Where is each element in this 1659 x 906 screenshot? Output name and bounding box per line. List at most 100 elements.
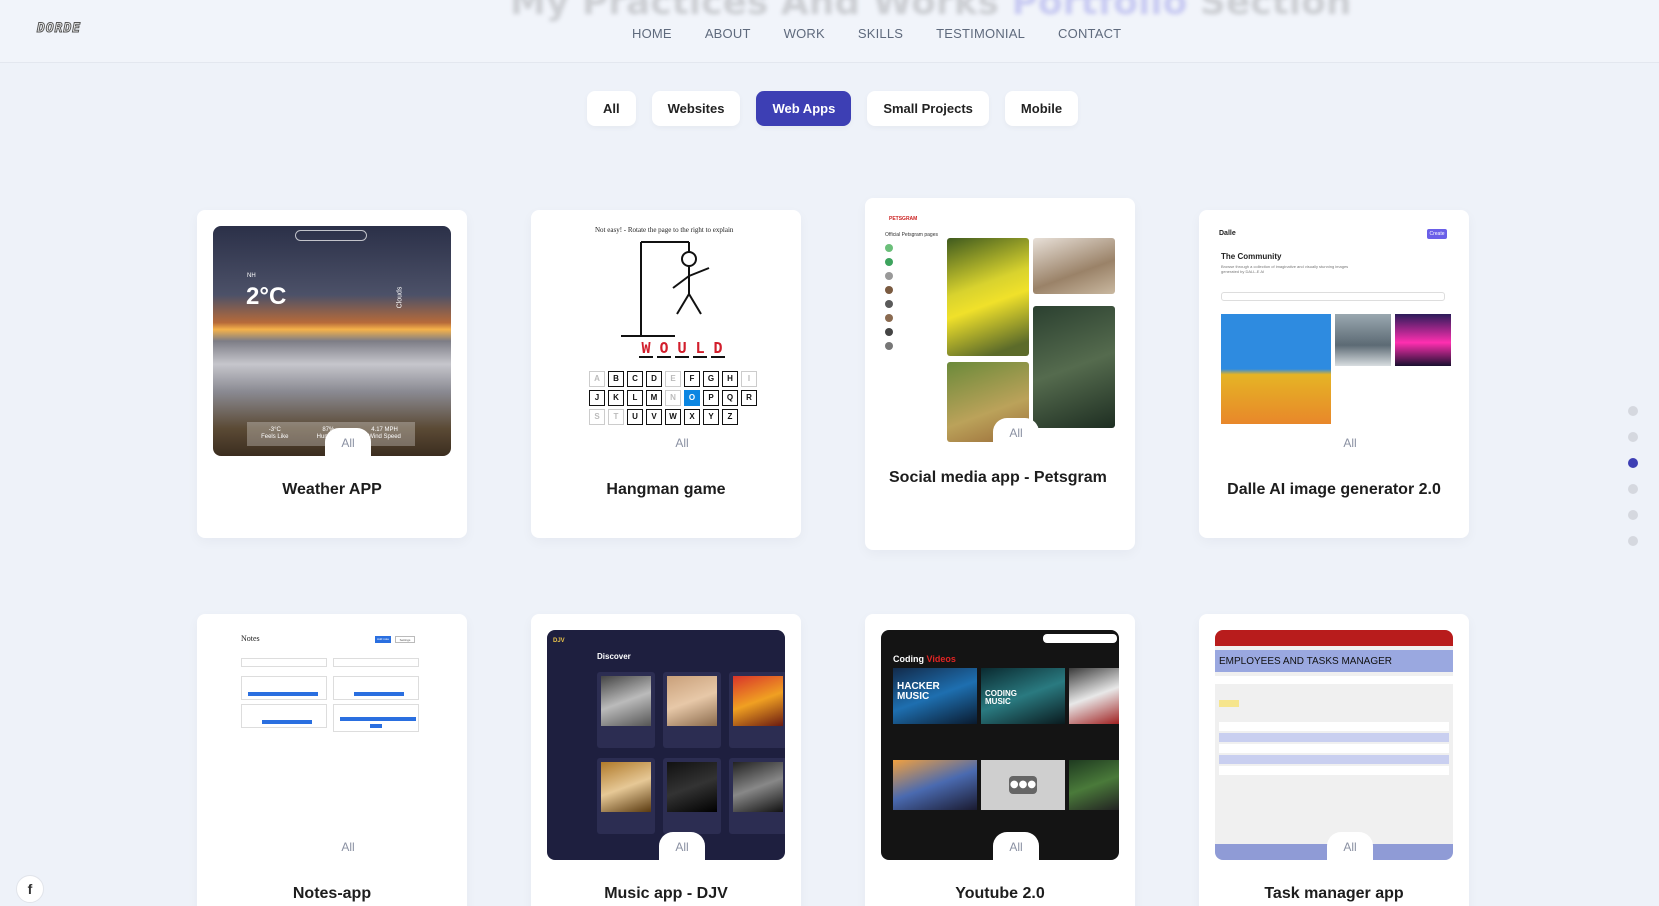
category-badge: All (993, 832, 1039, 860)
key-x: X (684, 409, 700, 425)
section-dot-contact[interactable] (1628, 536, 1638, 546)
category-badge: All (993, 418, 1039, 446)
key-j: J (589, 390, 605, 406)
add-button-preview (1219, 700, 1239, 707)
nav-home[interactable]: HOME (632, 26, 672, 41)
album-tile (597, 758, 655, 834)
site-header: My Practices And Works Portfolio Section… (0, 0, 1659, 63)
project-title[interactable]: Hangman game (531, 478, 801, 502)
djv-heading: Discover (597, 652, 631, 661)
key-a: A (589, 371, 605, 387)
section-dot-testimonial[interactable] (1628, 510, 1638, 520)
nav-skills[interactable]: SKILLS (858, 26, 903, 41)
key-i: I (741, 371, 757, 387)
nav-work[interactable]: WORK (784, 26, 825, 41)
key-z: Z (722, 409, 738, 425)
project-card-dalle[interactable]: Dalle Create The Community Browse throug… (1199, 210, 1469, 538)
album-tile (597, 672, 655, 748)
dalle-brand: Dalle (1219, 230, 1236, 237)
project-card-petsgram[interactable]: PETSGRAM Official Petsgram pages All Soc… (865, 198, 1135, 550)
yt-heading: Coding Videos (893, 654, 956, 664)
project-title[interactable]: Music app - DJV (531, 882, 801, 906)
project-thumbnail[interactable]: EMPLOYEES AND TASKS MANAGER All (1215, 630, 1453, 860)
parrot-image (947, 238, 1029, 356)
filter-small-projects[interactable]: Small Projects (867, 91, 989, 126)
task-tabs (1215, 676, 1453, 684)
weather-condition: Clouds (396, 286, 404, 309)
key-s: S (589, 409, 605, 425)
project-card-notes[interactable]: Notes Add note Settings All Notes-app (197, 614, 467, 906)
project-thumbnail[interactable]: Notes Add note Settings All (213, 630, 451, 860)
section-dot-work[interactable] (1628, 458, 1638, 468)
project-thumbnail[interactable]: Coding Videos HACKER MUSIC CODING MUSIC … (881, 630, 1119, 860)
weather-temp: 2°C (246, 283, 287, 310)
project-thumbnail[interactable]: Dalle Create The Community Browse throug… (1215, 226, 1453, 456)
logo[interactable]: DORDE (36, 21, 81, 37)
notes-input (241, 658, 327, 667)
nav-about[interactable]: ABOUT (705, 26, 751, 41)
nav-testimonial[interactable]: TESTIMONIAL (936, 26, 1025, 41)
note-card (241, 676, 327, 700)
search-field-preview (1043, 634, 1117, 643)
section-dot-skills[interactable] (1628, 484, 1638, 494)
stat-wind: 4.17 MPH Wind Speed (368, 427, 401, 440)
filter-all[interactable]: All (587, 91, 636, 126)
key-c: C (627, 371, 643, 387)
petsgram-heading: Official Petsgram pages (885, 232, 938, 238)
settings-button-preview: Settings (395, 636, 415, 643)
video-thumb: ●●● (981, 760, 1065, 810)
project-title[interactable]: Weather APP (197, 478, 467, 502)
project-thumbnail[interactable]: DJV Discover All (547, 630, 785, 860)
project-title[interactable]: Youtube 2.0 (865, 882, 1135, 906)
key-e: E (665, 371, 681, 387)
key-w: W (665, 409, 681, 425)
nav-contact[interactable]: CONTACT (1058, 26, 1121, 41)
project-thumbnail[interactable]: PETSGRAM Official Petsgram pages All (881, 214, 1119, 446)
key-f: F (684, 371, 700, 387)
section-dot-home[interactable] (1628, 406, 1638, 416)
project-title[interactable]: Social media app - Petsgram (889, 466, 1119, 490)
video-thumb: HACKER MUSIC (893, 668, 977, 724)
djv-brand: DJV (553, 638, 565, 644)
project-card-youtube[interactable]: Coding Videos HACKER MUSIC CODING MUSIC … (865, 614, 1135, 906)
filter-mobile[interactable]: Mobile (1004, 91, 1079, 126)
section-dot-about[interactable] (1628, 432, 1638, 442)
key-g: G (703, 371, 719, 387)
filter-web-apps[interactable]: Web Apps (756, 91, 852, 126)
album-tile (729, 672, 785, 748)
project-card-task-manager[interactable]: EMPLOYEES AND TASKS MANAGER All Task man… (1199, 614, 1469, 906)
key-o: O (684, 390, 700, 406)
key-b: B (608, 371, 624, 387)
petsgram-sidebar (885, 244, 935, 356)
task-header: EMPLOYEES AND TASKS MANAGER (1215, 650, 1453, 672)
hangman-keyboard: A B C D E F G H I J K L M N O P Q R S T … (589, 371, 760, 428)
project-card-hangman[interactable]: Not easy! - Rotate the page to the right… (531, 210, 801, 538)
more-icon: ●●● (1009, 776, 1037, 794)
project-thumbnail[interactable]: Not easy! - Rotate the page to the right… (547, 226, 785, 456)
key-p: P (703, 390, 719, 406)
key-u: U (627, 409, 643, 425)
section-heading-behind: My Practices And Works Portfolio Section (510, 0, 1352, 23)
key-h: H (722, 371, 738, 387)
add-note-button-preview: Add note (375, 636, 391, 643)
project-title[interactable]: Task manager app (1199, 882, 1469, 906)
key-d: D (646, 371, 662, 387)
kittens-image (1033, 238, 1115, 294)
dalle-heading: The Community (1221, 252, 1282, 261)
task-table (1219, 722, 1449, 786)
note-card (333, 704, 419, 732)
stat-feels: -3°C Feels Like (261, 427, 289, 440)
project-title[interactable]: Dalle AI image generator 2.0 (1199, 478, 1469, 502)
filter-websites[interactable]: Websites (651, 91, 741, 126)
project-title[interactable]: Notes-app (197, 882, 467, 906)
category-badge: All (659, 832, 705, 860)
key-k: K (608, 390, 624, 406)
video-thumb: CODING MUSIC (981, 668, 1065, 724)
note-card (241, 704, 327, 728)
project-card-djv[interactable]: DJV Discover All Music app - DJV (531, 614, 801, 906)
browser-bar (1215, 630, 1453, 646)
project-thumbnail[interactable]: NH 2°C Clouds -3°CFeels Like 87%Humidity… (213, 226, 451, 456)
facebook-icon[interactable]: f (16, 875, 44, 903)
project-card-weather[interactable]: NH 2°C Clouds -3°CFeels Like 87%Humidity… (197, 210, 467, 538)
weather-city: NH (247, 273, 256, 279)
